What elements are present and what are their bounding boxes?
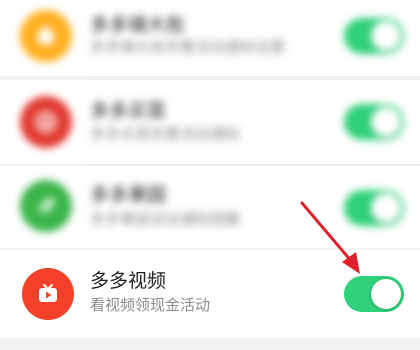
notification-toggle[interactable] [344,190,404,226]
item-title: 多多买菜 [90,100,167,122]
item-title: 多多果园 [90,184,167,206]
duoduo-video-toggle[interactable] [344,276,404,312]
item-subtitle: 多多镇大批优惠活动通知设置 [90,38,286,56]
list-item: 多多果园 多多果园活动通知提醒 [0,166,420,248]
item-subtitle: 看视频领现金活动 [90,296,211,314]
notification-toggle[interactable] [344,18,404,54]
tv-play-icon [22,268,74,320]
item-subtitle: 多多买菜优惠活动通知 [90,125,241,143]
list-item-duoduo-video: 多多视频 看视频领现金活动 [0,250,420,338]
leaf-icon [20,180,72,232]
list-item: 多多买菜 多多买菜优惠活动通知 [0,80,420,164]
item-subtitle: 多多果园活动通知提醒 [90,210,241,228]
coin-bag-icon [20,10,72,62]
notification-settings-list: 多多镇大批 多多镇大批优惠活动通知设置 多多买菜 多多买菜优惠活动通知 多多果园… [0,0,420,350]
item-title: 多多镇大批 [90,14,186,36]
item-title: 多多视频 [90,270,167,292]
download-icon [20,96,72,148]
notification-toggle[interactable] [344,104,404,140]
list-item: 多多镇大批 多多镇大批优惠活动通知设置 [0,0,420,76]
